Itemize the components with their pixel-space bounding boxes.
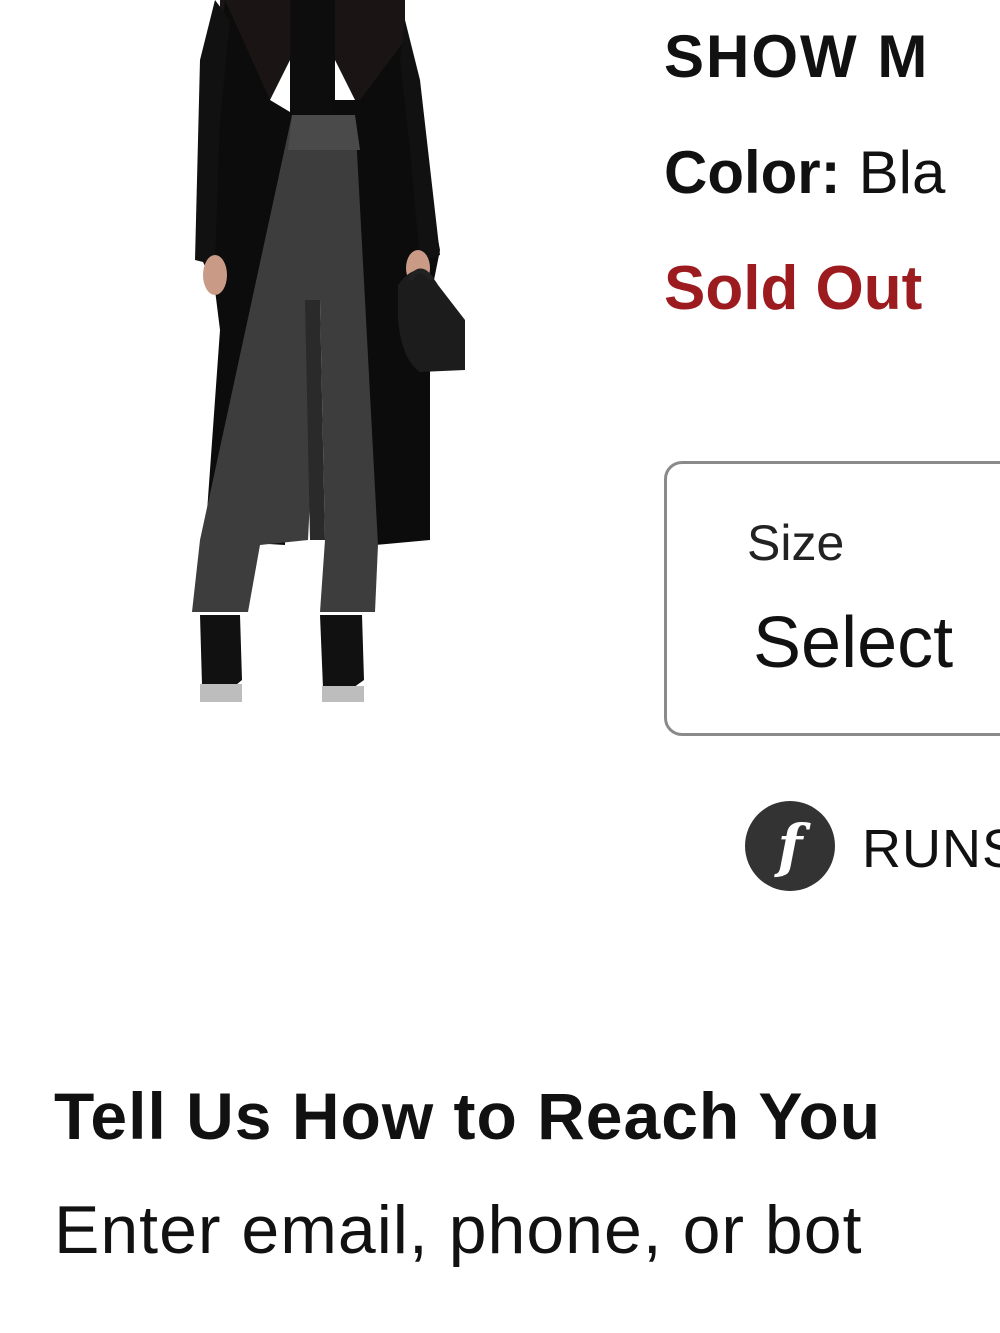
size-value: Select xyxy=(753,603,954,683)
contact-subtitle: Enter email, phone, or bot xyxy=(54,1192,863,1268)
product-brand: SHOW M xyxy=(664,23,930,90)
color-label: Color: xyxy=(664,139,841,206)
size-select[interactable]: Size Select xyxy=(664,461,1000,736)
color-info: Color: Bla xyxy=(664,138,945,208)
contact-title: Tell Us How to Reach You xyxy=(54,1079,882,1153)
size-label: Size xyxy=(747,515,845,571)
fit-predictor-icon: f xyxy=(744,800,836,892)
fit-text: RUNS xyxy=(862,819,1000,879)
color-value: Bla xyxy=(858,139,946,206)
stock-status: Sold Out xyxy=(664,254,923,323)
product-image[interactable] xyxy=(120,0,520,705)
